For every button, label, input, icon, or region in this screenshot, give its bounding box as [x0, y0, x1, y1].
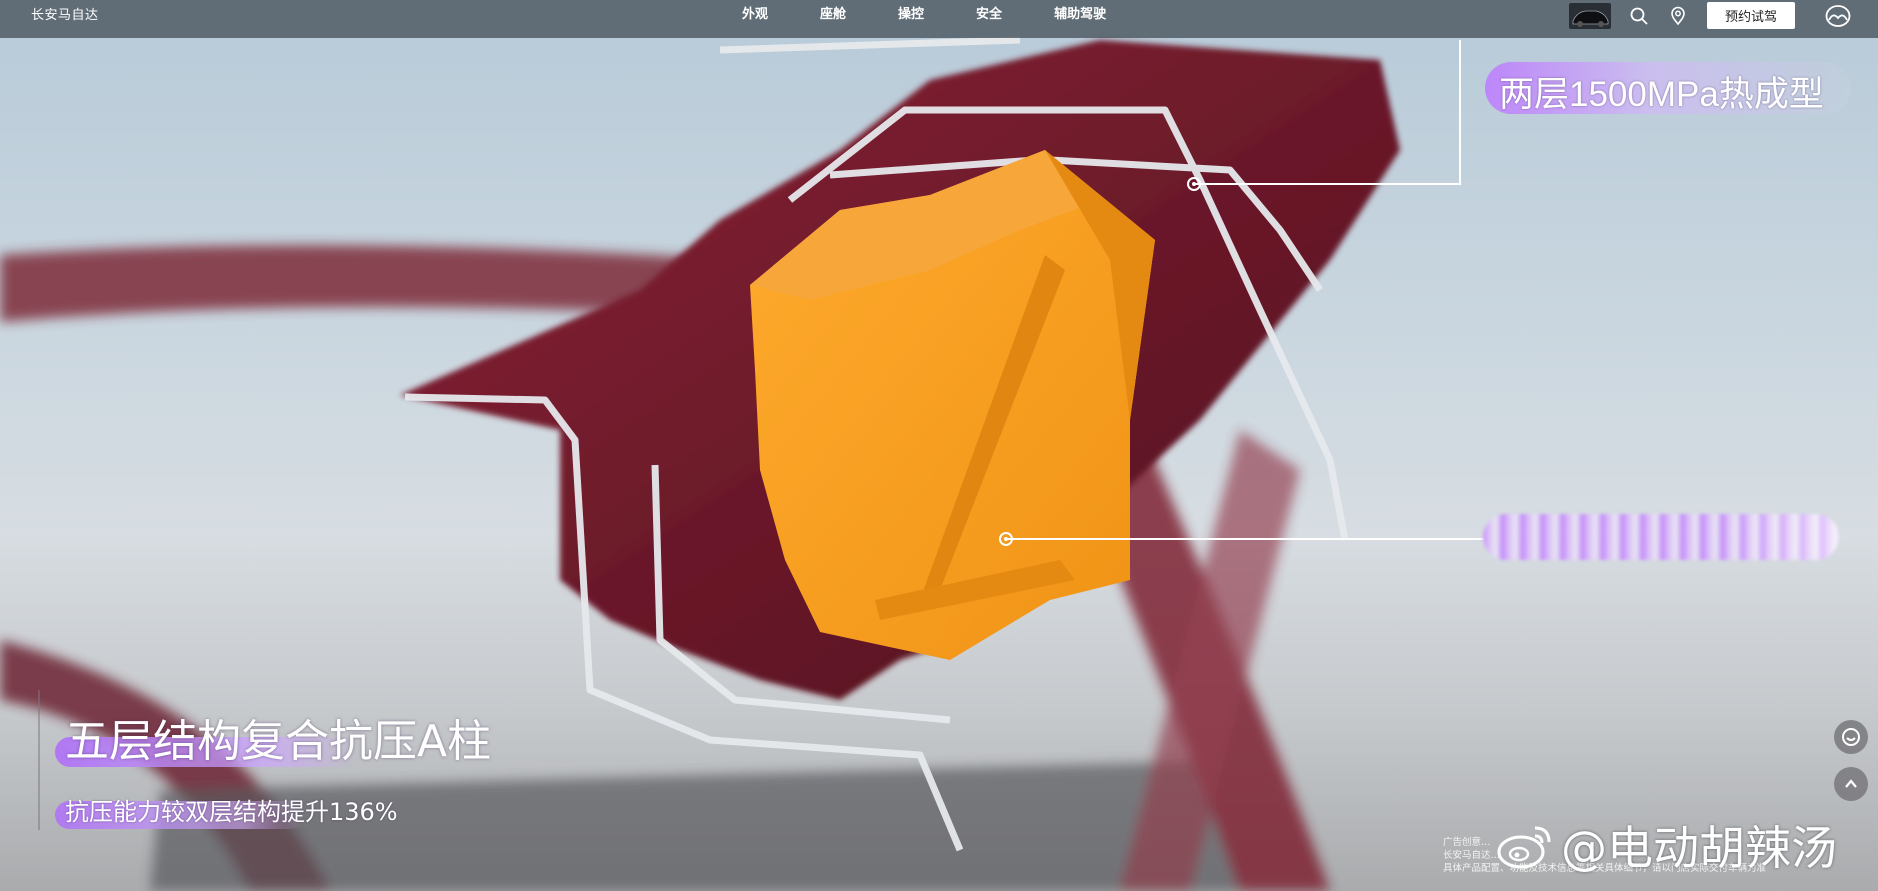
nav-item-handling[interactable]: 操控 [898, 0, 924, 38]
customer-service-icon [1842, 728, 1860, 746]
hero-section: 两层1500MPa热成型 五层结构复合抗压A柱 抗压能力较双层结构提升136% … [0, 0, 1878, 891]
weibo-watermark: @电动胡辣汤 [1495, 815, 1837, 875]
callout-blurred-label [1483, 514, 1839, 560]
watermark-text: @电动胡辣汤 [1561, 821, 1837, 875]
location-pin-icon[interactable] [1668, 6, 1688, 26]
car-thumbnail-icon[interactable] [1569, 3, 1611, 29]
nav-item-safety[interactable]: 安全 [976, 0, 1002, 38]
back-to-top-button[interactable] [1834, 767, 1868, 801]
search-icon[interactable] [1629, 6, 1649, 26]
nav-item-driver-assist[interactable]: 辅助驾驶 [1054, 0, 1106, 38]
test-drive-button[interactable]: 预约试驾 [1707, 2, 1795, 29]
weibo-logo-icon [1497, 826, 1551, 869]
customer-service-button[interactable] [1834, 720, 1868, 754]
page-title: 五层结构复合抗压A柱 [65, 716, 492, 767]
nav-item-cabin[interactable]: 座舱 [820, 0, 846, 38]
headline-block: 五层结构复合抗压A柱 [55, 717, 491, 767]
mazda-logo-icon[interactable] [1825, 4, 1851, 28]
top-nav: 长安马自达 外观 座舱 操控 安全 辅助驾驶 预约试驾 [0, 0, 1878, 38]
nav-item-exterior[interactable]: 外观 [742, 0, 768, 38]
chevron-up-icon [1845, 779, 1857, 788]
headline-divider [38, 690, 40, 830]
nav-menu: 外观 座舱 操控 安全 辅助驾驶 [742, 0, 1158, 38]
subline-block: 抗压能力较双层结构提升136% [55, 795, 398, 829]
callout-top-label: 两层1500MPa热成型 [1499, 75, 1824, 114]
page-subtitle: 抗压能力较双层结构提升136% [65, 798, 398, 826]
brand-name[interactable]: 长安马自达 [31, 0, 99, 38]
callout-two-layer-steel: 两层1500MPa热成型 [1485, 62, 1851, 114]
